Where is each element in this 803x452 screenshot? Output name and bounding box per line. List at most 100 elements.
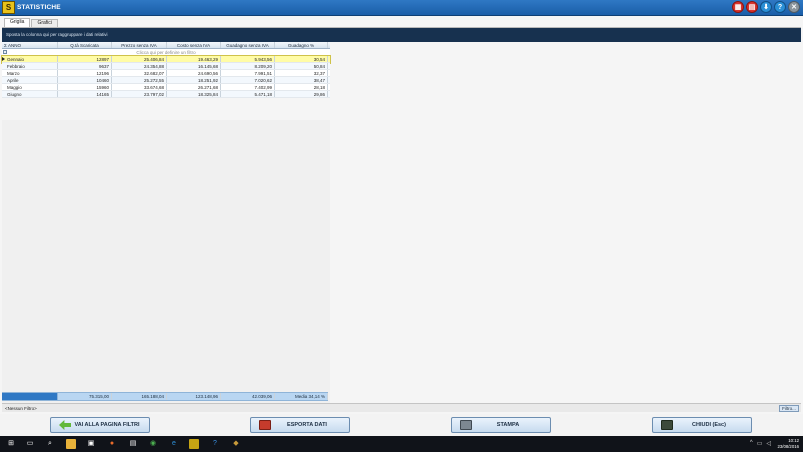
- cell-costo[interactable]: 18.325,84: [167, 91, 221, 97]
- app-icon-1[interactable]: ▣: [86, 439, 96, 449]
- cell-qta[interactable]: 12196: [58, 70, 112, 76]
- filter-hint: Clicca qui per definire un filtro: [136, 50, 196, 55]
- clock-date: 23/08/2016: [777, 444, 799, 449]
- table-row[interactable]: Aprile 10460 25.272,55 18.251,92 7.020,62 38,…: [2, 77, 330, 84]
- cell-anno[interactable]: Maggio: [2, 84, 58, 90]
- cell-prezzo[interactable]: 24.354,88: [112, 63, 167, 69]
- edge-icon[interactable]: e: [169, 439, 179, 449]
- filter-status-text: <Nessun Filtro>: [5, 406, 37, 411]
- chevron-up-icon[interactable]: ^: [750, 440, 753, 447]
- firefox-icon[interactable]: ●: [107, 439, 117, 449]
- table-row[interactable]: Maggio 15960 33.674,68 26.271,68 7.402,99 28,…: [2, 84, 330, 91]
- grid-header-row: Σ ANNO Q.tà Scaricata Prezzo senza IVA C…: [2, 42, 330, 49]
- filtro-button[interactable]: Filtro...: [779, 405, 799, 412]
- total-guadagno: 42.039,06: [221, 393, 275, 400]
- row-selector-icon: [2, 57, 5, 61]
- table-row[interactable]: Febbraio 9637 24.354,88 16.145,68 8.209,20 50…: [2, 63, 330, 70]
- task-view-icon[interactable]: ▭: [25, 439, 35, 449]
- cell-qta[interactable]: 14165: [58, 91, 112, 97]
- cell-costo[interactable]: 16.145,68: [167, 63, 221, 69]
- grid-empty-area: [2, 120, 330, 407]
- statistiche-app-icon[interactable]: [189, 439, 199, 449]
- table-row[interactable]: Gennaio 12897 25.406,84 19.463,29 5.943,56 30…: [1, 55, 331, 64]
- cell-costo[interactable]: 19.463,29: [167, 56, 221, 62]
- totals-row: 75.315,00 165.188,04 123.148,96 42.039,0…: [2, 392, 328, 401]
- total-qta: 75.315,00: [58, 393, 112, 400]
- os-taskbar: ⊞ ▭ ⌕ ▣ ● ▤ ◉ e ? ◆ ^ ▭ ◁ 10:12 23/08/20…: [0, 436, 803, 452]
- cell-perc[interactable]: 50,84: [275, 63, 328, 69]
- calculator-icon[interactable]: ▤: [746, 1, 758, 13]
- export-data-button[interactable]: ESPORTA DATI: [250, 417, 350, 433]
- cell-anno[interactable]: Aprile: [2, 77, 58, 83]
- cell-anno[interactable]: Gennaio: [2, 56, 58, 62]
- cell-guadagno[interactable]: 5.471,18: [221, 91, 275, 97]
- table-row[interactable]: Giugno 14165 23.797,02 18.325,84 5.471,18 29,…: [2, 91, 330, 98]
- cell-perc[interactable]: 29,86: [275, 91, 328, 97]
- data-grid: Σ ANNO Q.tà Scaricata Prezzo senza IVA C…: [1, 42, 331, 98]
- cell-qta[interactable]: 9637: [58, 63, 112, 69]
- tab-griglia[interactable]: Griglia: [4, 18, 31, 27]
- tab-grafici[interactable]: Grafici: [31, 19, 58, 27]
- app-logo-icon: S: [2, 1, 15, 14]
- cell-anno[interactable]: Marzo: [2, 70, 58, 76]
- cell-prezzo[interactable]: 25.272,55: [112, 77, 167, 83]
- main-content: Griglia Grafici Sposta la colonna qui pe…: [0, 16, 803, 414]
- cell-prezzo[interactable]: 25.406,84: [112, 56, 167, 62]
- cell-guadagno[interactable]: 8.209,20: [221, 63, 275, 69]
- cell-perc[interactable]: 30,54: [275, 56, 328, 62]
- close-icon[interactable]: ✕: [788, 1, 800, 13]
- cell-costo[interactable]: 18.251,92: [167, 77, 221, 83]
- total-prezzo: 165.188,04: [112, 393, 167, 400]
- group-by-hint: Sposta la colonna qui per raggruppare i …: [6, 32, 108, 37]
- close-button[interactable]: CHIUDI (Esc): [652, 417, 752, 433]
- table-row[interactable]: Marzo 12196 32.682,07 24.690,56 7.991,51 32,3…: [2, 70, 330, 77]
- download-icon[interactable]: ⬇: [760, 1, 772, 13]
- app-icon-3[interactable]: ◆: [231, 439, 241, 449]
- go-to-filters-button[interactable]: VAI ALLA PAGINA FILTRI: [50, 417, 150, 433]
- cell-prezzo[interactable]: 32.682,07: [112, 70, 167, 76]
- system-tray: ^ ▭ ◁: [750, 440, 771, 447]
- app-icon-2[interactable]: ▤: [128, 439, 138, 449]
- title-bar: S STATISTICHE ▦ ▤ ⬇? ✕: [0, 0, 803, 16]
- cell-costo[interactable]: 26.271,68: [167, 84, 221, 90]
- cell-guadagno[interactable]: 7.991,51: [221, 70, 275, 76]
- cell-guadagno[interactable]: 5.943,56: [221, 56, 275, 62]
- title-bar-icons: ▦ ▤ ⬇? ✕: [732, 1, 800, 13]
- chrome-icon[interactable]: ◉: [148, 439, 158, 449]
- cell-perc[interactable]: 28,18: [275, 84, 328, 90]
- file-explorer-icon[interactable]: [66, 439, 76, 449]
- calendar-icon[interactable]: ▦: [732, 1, 744, 13]
- cell-perc[interactable]: 38,47: [275, 77, 328, 83]
- column-header-prezzo[interactable]: Prezzo senza IVA: [112, 42, 167, 48]
- clock[interactable]: 10:12 23/08/2016: [777, 438, 799, 450]
- cell-guadagno[interactable]: 7.020,62: [221, 77, 275, 83]
- column-header-qta[interactable]: Q.tà Scaricata: [58, 42, 112, 48]
- search-icon[interactable]: ⌕: [45, 439, 55, 449]
- help-app-icon[interactable]: ?: [210, 439, 220, 449]
- column-header-guadagno[interactable]: Guadagno senza IVA: [221, 42, 275, 48]
- cell-prezzo[interactable]: 23.797,02: [112, 91, 167, 97]
- cell-qta[interactable]: 15960: [58, 84, 112, 90]
- help-icon[interactable]: ?: [774, 1, 786, 13]
- cell-anno[interactable]: Giugno: [2, 91, 58, 97]
- column-header-costo[interactable]: Costo senza IVA: [167, 42, 221, 48]
- print-button[interactable]: STAMPA: [451, 417, 551, 433]
- printer-icon: [460, 420, 472, 430]
- cell-costo[interactable]: 24.690,56: [167, 70, 221, 76]
- network-icon[interactable]: ▭: [757, 440, 763, 447]
- volume-icon[interactable]: ◁: [766, 440, 771, 447]
- total-costo: 123.148,96: [167, 393, 221, 400]
- cell-anno[interactable]: Febbraio: [2, 63, 58, 69]
- cell-qta[interactable]: 10460: [58, 77, 112, 83]
- cell-prezzo[interactable]: 33.674,68: [112, 84, 167, 90]
- filter-row[interactable]: Clicca qui per definire un filtro: [2, 49, 330, 56]
- window-title: STATISTICHE: [17, 4, 61, 11]
- view-tabs: Griglia Grafici: [4, 18, 58, 27]
- column-header-anno[interactable]: Σ ANNO: [2, 42, 58, 48]
- cell-qta[interactable]: 12897: [58, 56, 112, 62]
- cell-guadagno[interactable]: 7.402,99: [221, 84, 275, 90]
- column-header-guadagno-perc[interactable]: Guadagno %: [275, 42, 328, 48]
- group-by-panel[interactable]: Sposta la colonna qui per raggruppare i …: [2, 28, 801, 42]
- windows-start-icon[interactable]: ⊞: [6, 439, 16, 449]
- cell-perc[interactable]: 32,37: [275, 70, 328, 76]
